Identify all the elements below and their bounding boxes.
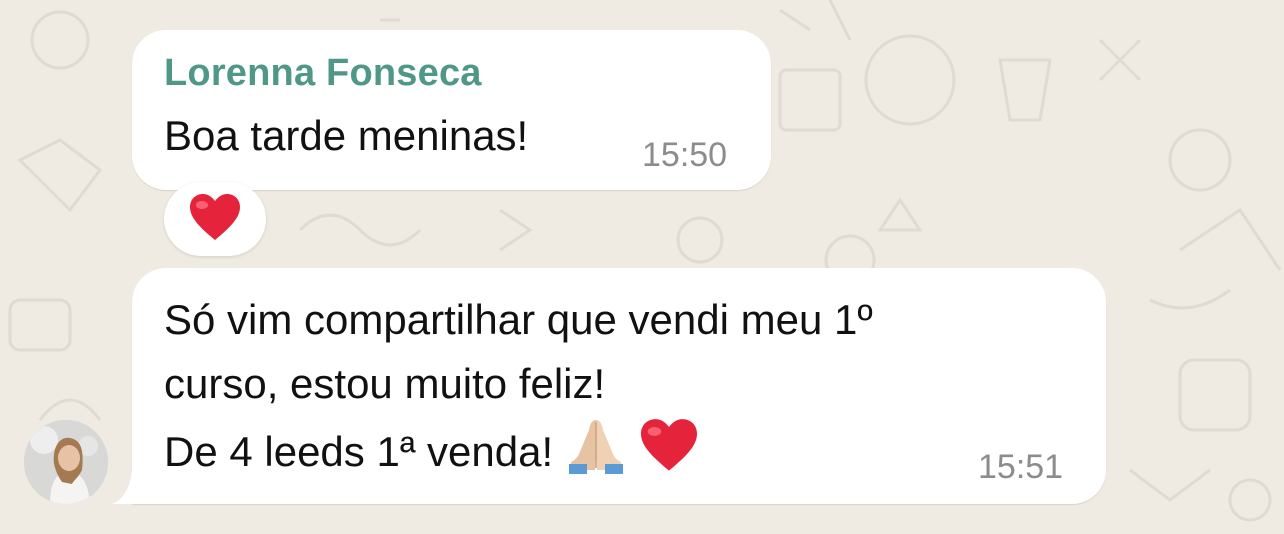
message-line-with-emojis: De 4 leeds 1ª venda! — [164, 416, 1064, 484]
bubble-tail — [112, 470, 136, 504]
sender-name[interactable]: Lorenna Fonseca — [164, 52, 482, 95]
message-text-block: Só vim compartilhar que vendi meu 1º cur… — [164, 288, 1064, 484]
message-line: curso, estou muito feliz! — [164, 360, 606, 407]
reaction-pill[interactable] — [164, 182, 266, 256]
message-bubble-incoming[interactable]: Lorenna Fonseca Boa tarde meninas! 15:50 — [132, 30, 771, 190]
message-text: Boa tarde meninas! — [164, 112, 529, 159]
message-line: De 4 leeds 1ª venda! — [164, 428, 554, 475]
heart-icon — [190, 194, 240, 240]
sender-avatar[interactable] — [24, 420, 108, 504]
message-bubble-incoming[interactable]: Só vim compartilhar que vendi meu 1º cur… — [132, 268, 1106, 504]
folded-hands-icon — [568, 420, 623, 474]
message-timestamp: 15:50 — [642, 136, 728, 174]
heart-icon — [641, 419, 698, 471]
message-line: Só vim compartilhar que vendi meu 1º — [164, 296, 873, 343]
avatar-image — [24, 420, 108, 504]
message-timestamp: 15:51 — [978, 448, 1064, 486]
